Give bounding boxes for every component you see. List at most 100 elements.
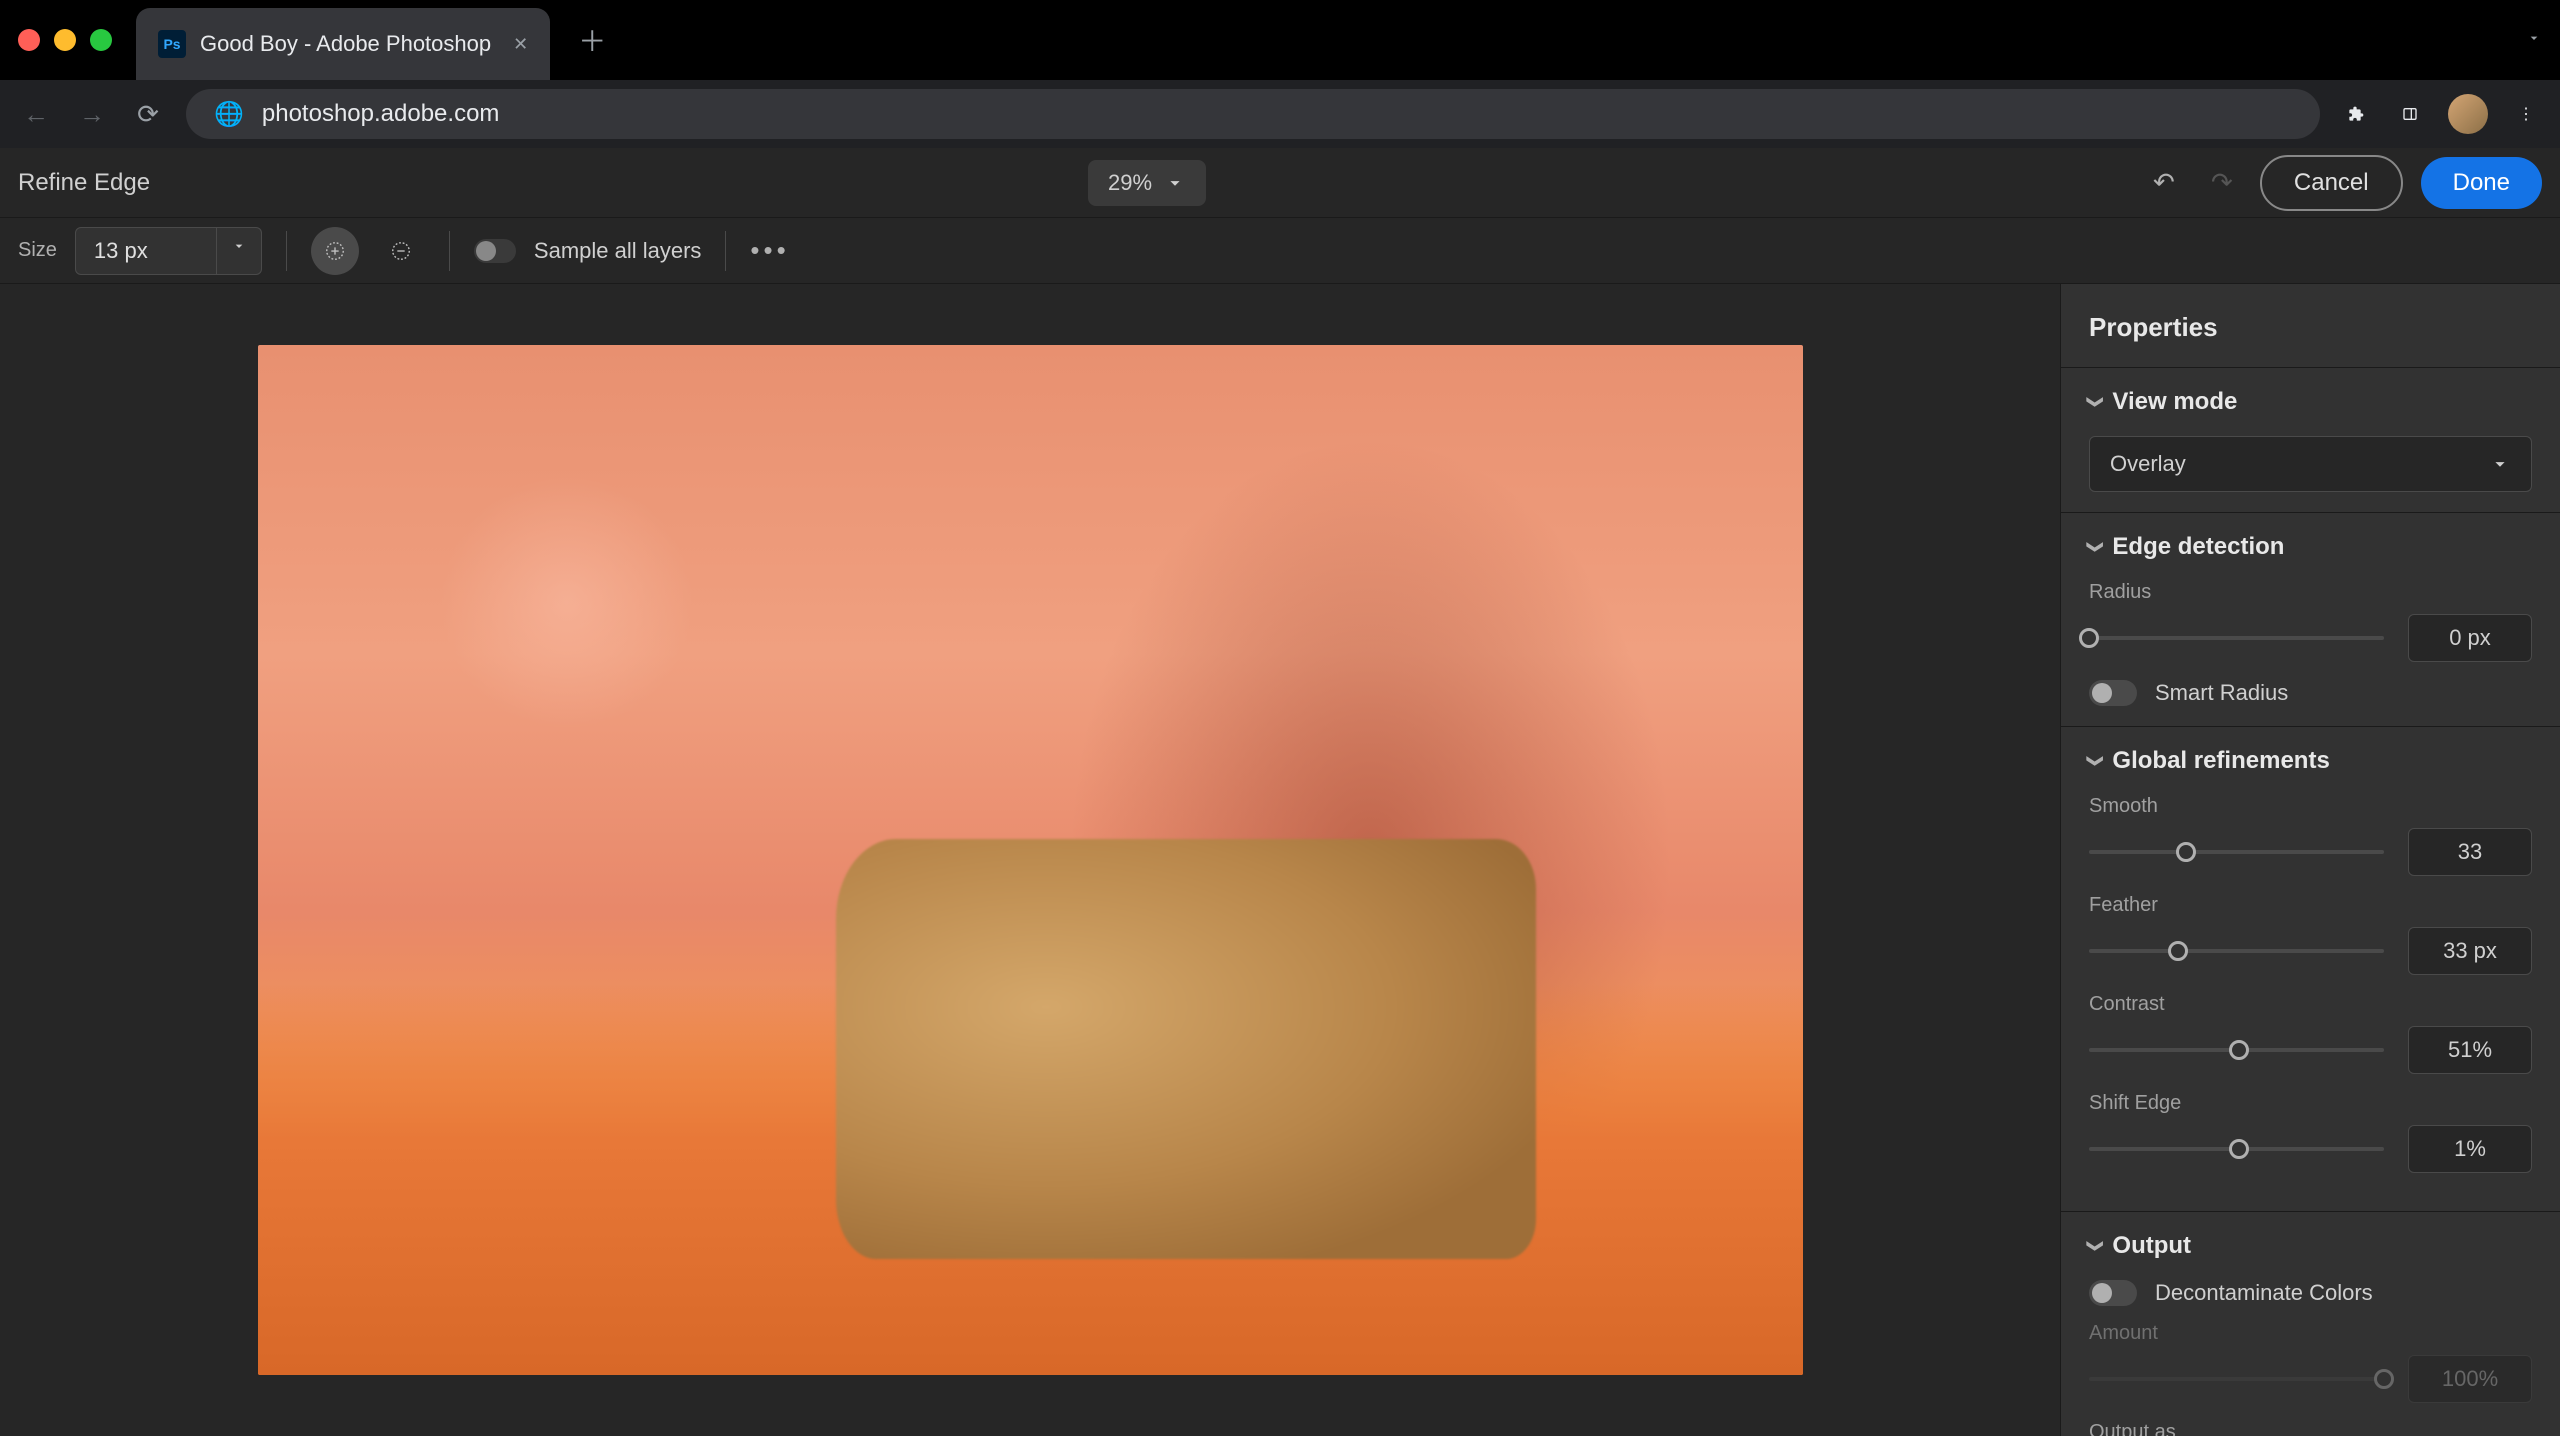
tab-title: Good Boy - Adobe Photoshop bbox=[200, 31, 491, 57]
section-header-view-mode[interactable]: ❯ View mode bbox=[2089, 388, 2532, 416]
amount-row: 100% bbox=[2089, 1355, 2532, 1403]
smooth-value[interactable]: 33 bbox=[2408, 828, 2532, 876]
window-minimize[interactable] bbox=[54, 29, 76, 51]
chevron-down-icon: ❯ bbox=[2086, 1239, 2106, 1252]
chrome-actions: ⋮ bbox=[2340, 94, 2542, 134]
nav-reload-icon[interactable]: ⟳ bbox=[130, 99, 166, 130]
subtract-circle-icon bbox=[390, 240, 412, 262]
size-dropdown[interactable] bbox=[217, 227, 262, 275]
output-as-label: Output as bbox=[2089, 1421, 2532, 1436]
browser-tab[interactable]: Ps Good Boy - Adobe Photoshop ✕ bbox=[136, 8, 550, 80]
smart-radius-row: Smart Radius bbox=[2089, 680, 2532, 706]
window-close[interactable] bbox=[18, 29, 40, 51]
contrast-row: 51% bbox=[2089, 1026, 2532, 1074]
amount-slider bbox=[2089, 1377, 2384, 1381]
main-area: Properties ❯ View mode Overlay ❯ Edge de… bbox=[0, 284, 2560, 1436]
smart-radius-label: Smart Radius bbox=[2155, 680, 2288, 706]
divider bbox=[449, 231, 450, 271]
shift-edge-label: Shift Edge bbox=[2089, 1092, 2532, 1115]
redo-icon[interactable]: ↷ bbox=[2202, 167, 2242, 198]
tabs-dropdown-icon[interactable] bbox=[2526, 30, 2542, 51]
section-title: Output bbox=[2112, 1232, 2191, 1260]
section-edge-detection: ❯ Edge detection Radius 0 px Smart Radiu… bbox=[2061, 513, 2560, 726]
smooth-row: 33 bbox=[2089, 828, 2532, 876]
smooth-slider[interactable] bbox=[2089, 850, 2384, 854]
window-maximize[interactable] bbox=[90, 29, 112, 51]
radius-value[interactable]: 0 px bbox=[2408, 614, 2532, 662]
app-actions: ↶ ↷ Cancel Done bbox=[2144, 155, 2542, 211]
properties-panel: Properties ❯ View mode Overlay ❯ Edge de… bbox=[2060, 284, 2560, 1436]
slider-thumb[interactable] bbox=[2176, 842, 2196, 862]
panel-title: Properties bbox=[2061, 302, 2560, 367]
smart-radius-toggle[interactable] bbox=[2089, 680, 2137, 706]
subtract-mode-button[interactable] bbox=[377, 227, 425, 275]
decontaminate-row: Decontaminate Colors bbox=[2089, 1280, 2532, 1306]
shift-edge-value[interactable]: 1% bbox=[2408, 1125, 2532, 1173]
url-field[interactable]: 🌐 photoshop.adobe.com bbox=[186, 89, 2320, 139]
amount-value: 100% bbox=[2408, 1355, 2532, 1403]
chevron-down-icon: ❯ bbox=[2086, 395, 2106, 408]
radius-row: 0 px bbox=[2089, 614, 2532, 662]
feather-value[interactable]: 33 px bbox=[2408, 927, 2532, 975]
divider bbox=[725, 231, 726, 271]
browser-menu-icon[interactable]: ⋮ bbox=[2510, 98, 2542, 130]
url-bar: ← → ⟳ 🌐 photoshop.adobe.com ⋮ bbox=[0, 80, 2560, 148]
nav-forward-icon[interactable]: → bbox=[74, 99, 110, 130]
view-mode-dropdown[interactable]: Overlay bbox=[2089, 436, 2532, 492]
slider-thumb[interactable] bbox=[2168, 941, 2188, 961]
chevron-down-icon: ❯ bbox=[2086, 540, 2106, 553]
slider-thumb[interactable] bbox=[2229, 1139, 2249, 1159]
slider-thumb bbox=[2374, 1369, 2394, 1389]
section-header-global[interactable]: ❯ Global refinements bbox=[2089, 747, 2532, 775]
canvas-area[interactable] bbox=[0, 284, 2060, 1436]
cancel-button[interactable]: Cancel bbox=[2260, 155, 2403, 211]
more-options-icon[interactable]: ••• bbox=[750, 235, 789, 266]
section-title: Edge detection bbox=[2112, 533, 2284, 561]
radius-slider[interactable] bbox=[2089, 636, 2384, 640]
add-mode-button[interactable] bbox=[311, 227, 359, 275]
contrast-slider[interactable] bbox=[2089, 1048, 2384, 1052]
section-global-refinements: ❯ Global refinements Smooth 33 Feather 3… bbox=[2061, 727, 2560, 1211]
traffic-lights bbox=[18, 29, 112, 51]
contrast-value[interactable]: 51% bbox=[2408, 1026, 2532, 1074]
size-label: Size bbox=[18, 239, 57, 262]
smooth-label: Smooth bbox=[2089, 795, 2532, 818]
contrast-label: Contrast bbox=[2089, 993, 2532, 1016]
view-mode-value: Overlay bbox=[2110, 451, 2186, 477]
extensions-icon[interactable] bbox=[2340, 98, 2372, 130]
done-button[interactable]: Done bbox=[2421, 157, 2542, 209]
size-input[interactable]: 13 px bbox=[75, 227, 217, 275]
decontaminate-label: Decontaminate Colors bbox=[2155, 1280, 2373, 1306]
site-info-icon[interactable]: 🌐 bbox=[214, 100, 244, 129]
section-header-output[interactable]: ❯ Output bbox=[2089, 1232, 2532, 1260]
feather-row: 33 px bbox=[2089, 927, 2532, 975]
tab-close-icon[interactable]: ✕ bbox=[513, 34, 528, 55]
size-control: 13 px bbox=[75, 227, 262, 275]
sidepanel-icon[interactable] bbox=[2394, 98, 2426, 130]
zoom-selector[interactable]: 29% bbox=[1088, 160, 1206, 206]
profile-avatar[interactable] bbox=[2448, 94, 2488, 134]
radius-label: Radius bbox=[2089, 581, 2532, 604]
section-header-edge-detection[interactable]: ❯ Edge detection bbox=[2089, 533, 2532, 561]
section-title: Global refinements bbox=[2112, 747, 2329, 775]
canvas[interactable] bbox=[258, 345, 1803, 1375]
shift-edge-slider[interactable] bbox=[2089, 1147, 2384, 1151]
sample-all-layers-toggle[interactable] bbox=[474, 239, 516, 263]
mode-label: Refine Edge bbox=[18, 169, 150, 197]
browser-chrome: Ps Good Boy - Adobe Photoshop ✕ ＋ bbox=[0, 0, 2560, 80]
nav-back-icon[interactable]: ← bbox=[18, 99, 54, 130]
decontaminate-toggle[interactable] bbox=[2089, 1280, 2137, 1306]
options-bar: Size 13 px Sample all layers ••• bbox=[0, 218, 2560, 284]
canvas-subject bbox=[836, 839, 1536, 1259]
slider-thumb[interactable] bbox=[2079, 628, 2099, 648]
slider-thumb[interactable] bbox=[2229, 1040, 2249, 1060]
shift-edge-row: 1% bbox=[2089, 1125, 2532, 1173]
section-title: View mode bbox=[2112, 388, 2237, 416]
chevron-down-icon: ❯ bbox=[2086, 754, 2106, 767]
undo-icon[interactable]: ↶ bbox=[2144, 167, 2184, 198]
feather-slider[interactable] bbox=[2089, 949, 2384, 953]
divider bbox=[286, 231, 287, 271]
new-tab-button[interactable]: ＋ bbox=[578, 20, 606, 60]
section-view-mode: ❯ View mode Overlay bbox=[2061, 368, 2560, 512]
sample-all-layers-label: Sample all layers bbox=[534, 238, 702, 264]
